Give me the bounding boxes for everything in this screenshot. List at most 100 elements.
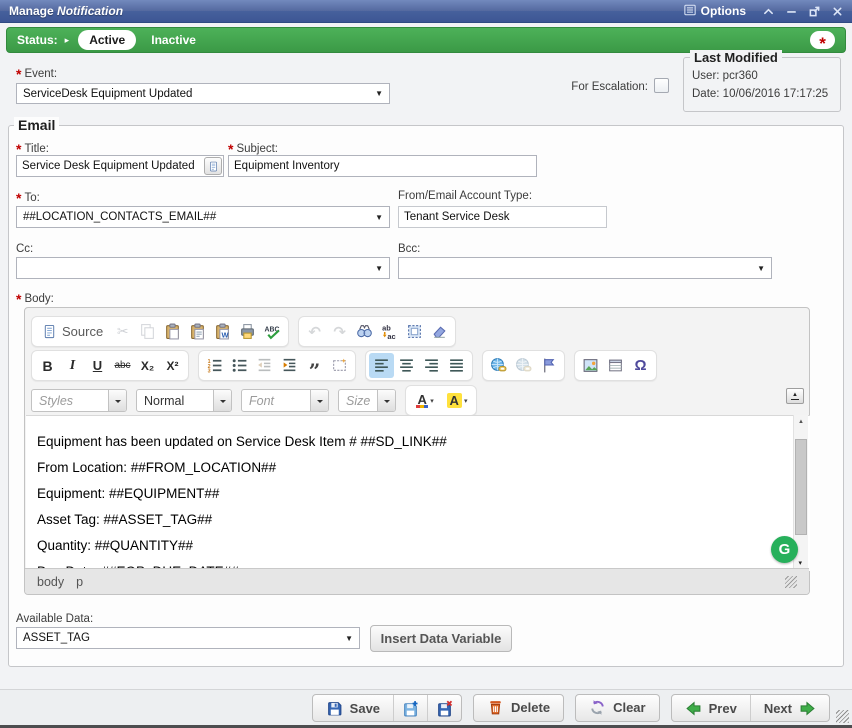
special-character-button[interactable]: Ω [628,353,653,378]
available-data-select[interactable]: ASSET_TAG ▼ [16,627,360,649]
element-path-body[interactable]: body [37,575,64,589]
dropdown-trigger-icon[interactable] [213,390,231,411]
options-menu-button[interactable]: Options [684,4,746,19]
collapse-toolbar-button[interactable]: ▲ [786,388,804,404]
background-color-button[interactable]: A ▾ [441,388,473,413]
numbered-list-button[interactable] [202,353,227,378]
remove-format-button[interactable] [427,319,452,344]
next-label: Next [764,701,792,716]
cut-button[interactable]: ✂ [110,319,135,344]
status-inactive-button[interactable]: Inactive [151,33,196,47]
align-left-button[interactable] [369,353,394,378]
title-input[interactable] [17,156,204,176]
spellcheck-button[interactable] [260,319,285,344]
next-button[interactable]: Next [750,695,829,722]
paste-plain-text-button[interactable] [185,319,210,344]
decrease-indent-button[interactable] [252,353,277,378]
required-asterisk-icon: * [16,190,21,206]
close-button[interactable] [831,5,843,17]
replace-button[interactable] [377,319,402,344]
subject-input[interactable] [229,156,536,176]
delete-button[interactable]: Delete [473,694,564,722]
green-arrow-left-icon [685,700,702,717]
event-select[interactable]: ServiceDesk Equipment Updated ▼ [16,83,390,104]
editor-content-area[interactable]: Equipment has been updated on Service De… [26,415,810,571]
grammarly-button[interactable]: G [771,536,798,563]
dropdown-trigger-icon[interactable] [108,390,126,411]
align-center-icon [398,357,415,374]
save-button[interactable]: Save [313,695,393,722]
font-dropdown[interactable]: Font [241,389,329,412]
source-button[interactable]: Source [35,319,110,344]
popout-button[interactable] [808,5,820,17]
grammarly-caret-icon[interactable]: ▾ [798,559,802,567]
anchor-button[interactable] [536,353,561,378]
insert-link-button[interactable] [486,353,511,378]
paragraph-format-dropdown[interactable]: Normal [136,389,232,412]
window-resize-handle[interactable] [836,710,849,723]
strikethrough-button[interactable]: abc [110,353,135,378]
dropdown-trigger-icon[interactable] [377,390,395,411]
styles-dropdown[interactable]: Styles [31,389,127,412]
create-div-button[interactable] [327,353,352,378]
subscript-button[interactable]: X₂ [135,353,160,378]
prev-button[interactable]: Prev [672,695,750,722]
dropdown-arrow-icon[interactable]: ▼ [345,634,353,643]
print-button[interactable] [235,319,260,344]
superscript-button[interactable]: X² [160,353,185,378]
paste-button[interactable] [160,319,185,344]
copy-button[interactable] [135,319,160,344]
for-escalation-checkbox[interactable] [654,78,669,93]
caret-down-icon[interactable]: ▾ [430,397,434,405]
to-combobox[interactable]: ##LOCATION_CONTACTS_EMAIL## ▼ [16,206,390,228]
save-and-new-icon [402,700,419,717]
select-all-icon [406,323,423,340]
text-color-button[interactable]: A ▾ [409,388,441,413]
status-active-button[interactable]: Active [78,30,136,50]
body-richtext-editor: Source ✂ ↶ ↷ B I U [24,307,810,595]
insert-image-button[interactable] [578,353,603,378]
dropdown-arrow-icon[interactable]: ▼ [375,264,383,273]
paste-from-word-button[interactable] [210,319,235,344]
dropdown-arrow-icon[interactable]: ▼ [375,89,383,98]
align-justify-button[interactable] [444,353,469,378]
bcc-combobox[interactable]: ▼ [398,257,772,279]
collapse-window-button[interactable] [762,5,774,17]
cc-combobox[interactable]: ▼ [16,257,390,279]
last-modified-legend: Last Modified [690,50,782,65]
insert-table-button[interactable] [603,353,628,378]
subject-input-wrap [228,155,537,177]
required-fields-badge[interactable]: * [810,31,835,49]
scroll-up-button[interactable]: ▲ [794,415,808,428]
title-expand-button[interactable] [204,157,222,175]
align-right-button[interactable] [419,353,444,378]
insert-data-variable-label: Insert Data Variable [381,631,502,646]
bulleted-list-button[interactable] [227,353,252,378]
select-all-button[interactable] [402,319,427,344]
redo-button[interactable]: ↷ [327,319,352,344]
clear-button[interactable]: Clear [575,694,660,722]
dropdown-arrow-icon[interactable]: ▼ [757,264,765,273]
editor-resize-handle[interactable] [785,576,797,588]
blockquote-button[interactable]: ” [302,353,327,378]
dropdown-trigger-icon[interactable] [310,390,328,411]
dropdown-arrow-icon[interactable]: ▼ [375,213,383,222]
scrollbar-thumb[interactable] [795,439,807,535]
save-and-new-button[interactable] [393,695,427,722]
increase-indent-button[interactable] [277,353,302,378]
find-button[interactable] [352,319,377,344]
unlink-button[interactable] [511,353,536,378]
italic-button[interactable]: I [60,353,85,378]
available-data-value: ASSET_TAG [23,632,341,644]
element-path-p[interactable]: p [76,575,83,589]
minimize-button[interactable] [785,5,797,17]
insert-data-variable-button[interactable]: Insert Data Variable [370,625,512,652]
source-document-icon [42,324,57,339]
undo-button[interactable]: ↶ [302,319,327,344]
size-dropdown[interactable]: Size [338,389,396,412]
bold-button[interactable]: B [35,353,60,378]
underline-button[interactable]: U [85,353,110,378]
caret-down-icon[interactable]: ▾ [464,397,468,405]
align-center-button[interactable] [394,353,419,378]
save-and-close-button[interactable] [427,695,461,722]
